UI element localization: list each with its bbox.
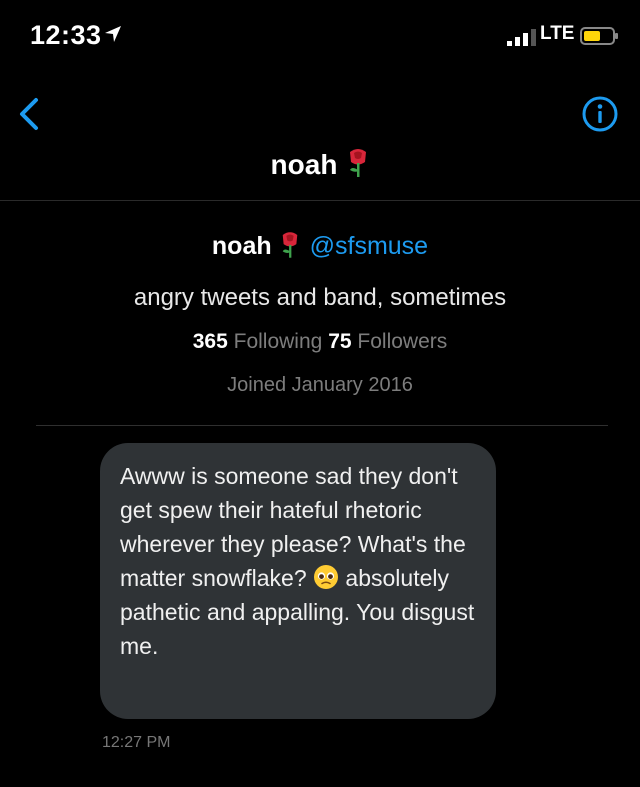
signal-bars-icon [507, 29, 536, 46]
joined-date: Joined January 2016 [227, 374, 413, 396]
profile-name: noah [211, 232, 272, 260]
followers-label[interactable]: Followers [357, 330, 447, 353]
followers-count[interactable]: 75 [328, 330, 351, 353]
rose-icon [350, 149, 367, 177]
received-message-bubble[interactable]: Awww is someone sad they don't get spew … [100, 443, 496, 719]
following-label[interactable]: Following [234, 330, 323, 353]
profile-summary: noah @sfsmuse angry tweets and band, som… [0, 228, 640, 397]
network-label: LTE [540, 23, 575, 44]
status-bar: 12:33 LTE [0, 0, 640, 70]
pleading-face-icon [314, 565, 339, 589]
profile-handle-link[interactable]: @sfsmuse [310, 232, 428, 260]
message-timestamp: 12:27 PM [102, 734, 171, 751]
profile-name-row: noah @sfsmuse [0, 228, 640, 264]
back-chevron-icon[interactable] [12, 94, 48, 134]
location-arrow-icon [105, 26, 121, 42]
battery-icon [580, 27, 618, 45]
conversation-header: noah [0, 80, 640, 201]
rose-icon [282, 232, 297, 258]
conversation-title: noah [0, 148, 640, 181]
following-count[interactable]: 365 [193, 330, 228, 353]
divider [36, 425, 608, 426]
profile-stats: 365 Following 75 Followers [0, 330, 640, 354]
info-circle-icon[interactable] [580, 94, 620, 134]
status-time: 12:33 [30, 20, 102, 50]
title-name: noah [270, 149, 338, 180]
profile-bio: angry tweets and band, sometimes [133, 284, 507, 311]
